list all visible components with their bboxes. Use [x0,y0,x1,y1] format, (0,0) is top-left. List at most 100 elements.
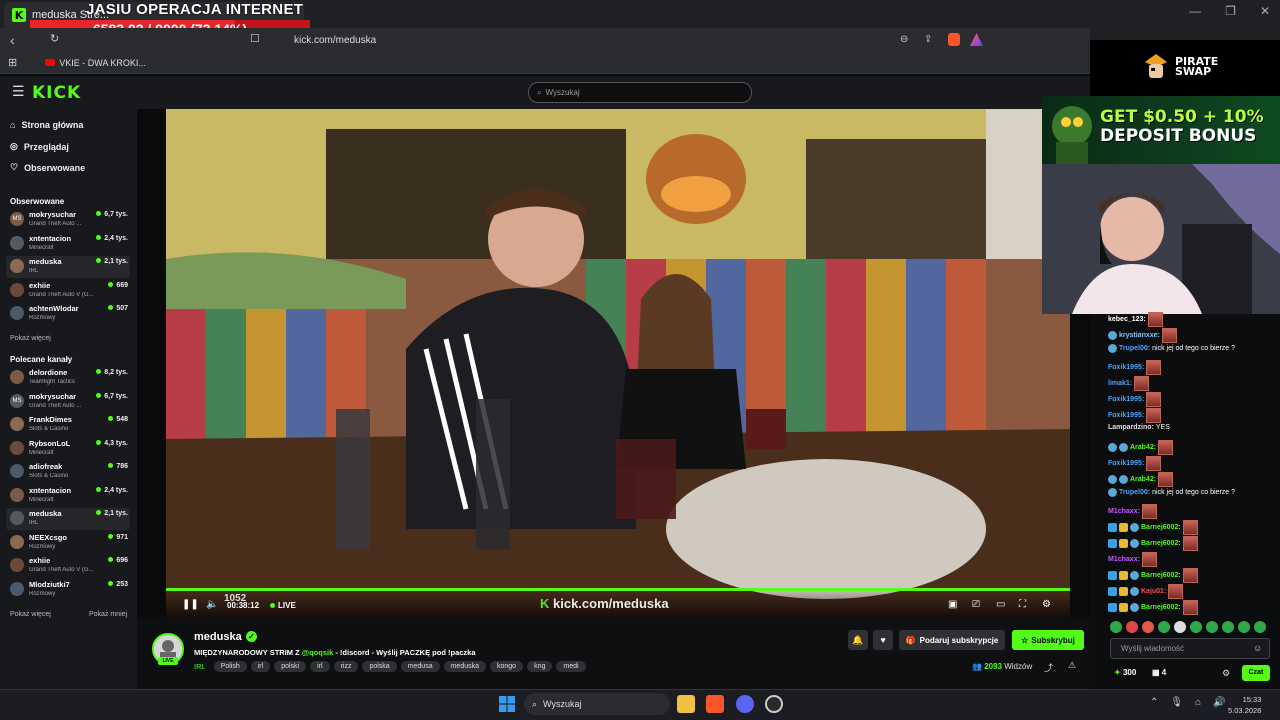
pip-icon[interactable]: ▣ [948,599,957,610]
zoom-icon[interactable]: ⊖ [900,34,908,45]
emote-icon[interactable] [1254,621,1266,633]
bookmark-item[interactable]: VKIE - DWA KROKI... [45,58,146,68]
category-link[interactable]: IRL [194,662,206,671]
emote-icon[interactable] [1222,621,1234,633]
emote-icon[interactable] [1158,621,1170,633]
chat-username[interactable]: kebec_123: [1108,316,1146,323]
stream-tag[interactable]: meduska [443,661,486,672]
video-player[interactable] [166,109,1070,617]
chat-username[interactable]: Arab42: [1130,476,1156,483]
chat-input[interactable]: Wyślij wiadomość [1110,638,1270,659]
emote-icon[interactable] [1110,621,1122,633]
sidebar-channel[interactable]: meduska IRL 2,1 tys. [6,508,130,530]
sidebar-channel[interactable]: exhiie Grand Theft Auto V (G... 696 [6,555,130,577]
chat-username[interactable]: Foxik1995: [1108,460,1144,467]
sidebar-channel[interactable]: adiofreak Slots & Casino 786 [6,461,130,483]
brave-shield-icon[interactable] [948,33,960,46]
close-window-button[interactable]: ✕ [1260,4,1270,18]
emote-icon[interactable] [1174,621,1186,633]
reload-icon[interactable]: ↻ [50,32,59,45]
show-less-recommended[interactable]: Pokaż mniej [89,611,127,618]
subscribe-button[interactable]: ☆ Subskrybuj [1012,630,1084,650]
nav-home[interactable]: ⌂ Strona główna [10,120,83,130]
sidebar-channel[interactable]: MS mokrysuchar Grand Theft Auto ... 6,7 tys… [6,209,130,231]
sidebar-channel[interactable]: xntentacion Minecraft 2,4 tys. [6,233,130,255]
steam-icon[interactable] [765,695,783,713]
stream-tag[interactable]: kng [527,661,553,672]
apps-grid-icon[interactable]: ⊞ [8,56,17,69]
minimize-button[interactable]: — [1189,4,1201,18]
gift-sub-button[interactable]: 🎁 Podaruj subskrypcje [899,630,1005,650]
sidebar-channel[interactable]: RybsonLoL Minecraft 4,3 tys. [6,438,130,460]
bookmark-icon[interactable]: ☐ [250,32,260,45]
network-icon[interactable]: ⌂ [1195,697,1201,708]
sidebar-channel[interactable]: exhiie Grand Theft Auto V (G... 669 [6,280,130,302]
chat-username[interactable]: krystianxxe: [1119,332,1160,339]
show-more-followed[interactable]: Pokaż więcej [10,335,51,342]
back-icon[interactable]: ‹ [10,32,15,48]
kick-logo[interactable]: KICK [32,83,81,103]
chat-username[interactable]: Barnej6002: [1141,604,1181,611]
show-more-recommended[interactable]: Pokaż więcej [10,611,51,618]
chat-username[interactable]: Barnej6002: [1141,572,1181,579]
chat-username[interactable]: Foxik1995: [1108,364,1144,371]
chat-username[interactable]: Foxik1995: [1108,412,1144,419]
notification-bell-icon[interactable]: 🔔 [848,630,868,650]
menu-icon[interactable]: ☰ [12,83,25,100]
sidebar-channel[interactable]: achtenWlodar Rozmowy 507 [6,303,130,325]
sidebar-channel[interactable]: xntentacion Minecraft 2,4 tys. [6,485,130,507]
file-explorer-icon[interactable] [677,695,695,713]
discord-icon[interactable] [736,695,754,713]
url-field[interactable]: kick.com/meduska [270,30,990,50]
chat-username[interactable]: Barnej6002: [1141,524,1181,531]
mention-link[interactable]: @qoqsik [302,648,333,657]
stream-tag[interactable]: polski [274,661,307,672]
report-icon[interactable]: ⚠ [1068,660,1076,671]
emote-icon[interactable] [1190,621,1202,633]
search-input[interactable]: ⌕ Wyszukaj [528,82,752,103]
send-chat-button[interactable]: Czat [1242,665,1270,681]
channel-points[interactable]: ✦ 300 [1114,668,1136,677]
maximize-button[interactable]: ❐ [1225,4,1236,18]
sidebar-channel[interactable]: Mlodziutki7 Rozmowy 253 [6,579,130,601]
theater-icon[interactable]: ▭ [996,599,1005,610]
brave-browser-icon[interactable] [706,695,724,713]
share-page-icon[interactable]: ⇪ [924,34,932,45]
windows-start-icon[interactable] [499,696,515,712]
stream-tag[interactable]: irl [250,661,271,672]
stream-tag[interactable]: medusa [400,661,440,672]
chat-username[interactable]: Arab42: [1130,444,1156,451]
chat-username[interactable]: limak1: [1108,380,1132,387]
taskbar-clock[interactable]: 15:33 5.03.2026 [1228,694,1261,716]
share-icon[interactable]: ⤴ [1044,661,1053,674]
sidebar-channel[interactable]: FrankDimes Slots & Casino 548 [6,414,130,436]
chat-username[interactable]: Trupel00: [1119,345,1150,352]
streamer-name[interactable]: meduska [194,631,242,643]
chevron-up-icon[interactable]: ⌃ [1150,697,1158,708]
volume-icon[interactable]: 🔈 [206,599,218,610]
stream-tag[interactable]: rizz [333,661,359,672]
nav-browse[interactable]: ◎ Przeglądaj [10,141,69,152]
progress-bar[interactable] [166,588,1070,591]
stream-tag[interactable]: medi [556,661,586,672]
fullscreen-icon[interactable]: ⛶ [1019,599,1026,610]
chat-username[interactable]: Trupel00: [1119,489,1150,496]
speaker-icon[interactable]: 🔊 [1213,697,1225,708]
stream-tag[interactable]: polska [362,661,397,672]
sidebar-channel[interactable]: delordione Teamfight Tactics 8,2 tys. [6,367,130,389]
emote-icon[interactable] [1126,621,1138,633]
nav-following[interactable]: ♡ Obserwowane [10,162,85,173]
sidebar-channel[interactable]: NEEXcsgo Rozmowy 971 [6,532,130,554]
chat-username[interactable]: M1chaxx: [1108,508,1140,515]
sidebar-channel[interactable]: MS mokrysuchar Grand Theft Auto ... 6,7 tys… [6,391,130,413]
sidebar-channel[interactable]: meduska IRL 2,1 tys. [6,256,130,278]
stream-tag[interactable]: kongo [490,661,524,672]
pause-icon[interactable]: ❚❚ [182,599,199,610]
emote-icon[interactable] [1238,621,1250,633]
taskbar-search[interactable]: ⌕ Wyszukaj [524,693,670,715]
inventory-count[interactable]: ▦ 4 [1152,668,1166,677]
stream-tag[interactable]: irl [310,661,330,672]
chat-username[interactable]: M1chaxx: [1108,556,1140,563]
chat-settings-icon[interactable]: ⚙ [1222,668,1230,679]
chat-username[interactable]: Kaju01: [1141,588,1166,595]
